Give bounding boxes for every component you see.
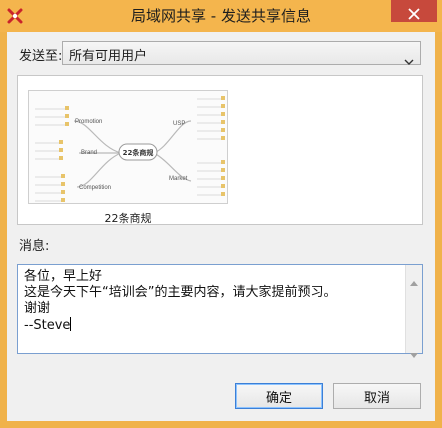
message-scrollbar[interactable]: [405, 265, 422, 358]
branch-label-brand: Brand: [81, 150, 97, 156]
window-title: 局域网共享 - 发送共享信息: [131, 7, 311, 25]
message-label: 消息:: [19, 239, 50, 254]
send-to-value: 所有可用用户: [69, 49, 148, 64]
dialog-body: 发送至: 所有可用用户 Promotion Brand Competition …: [7, 32, 435, 421]
text-caret: [70, 317, 72, 331]
mindmap-thumbnail[interactable]: Promotion Brand Competition USP Market 2…: [28, 90, 228, 204]
attachment-preview-panel: Promotion Brand Competition USP Market 2…: [17, 75, 423, 225]
message-line: 谢谢: [24, 301, 51, 316]
close-button[interactable]: [391, 0, 437, 22]
scroll-down-arrow-icon[interactable]: [410, 343, 418, 362]
send-to-dropdown[interactable]: 所有可用用户: [62, 41, 421, 65]
chevron-down-icon: [404, 50, 414, 69]
branch-label-usp: USP: [173, 121, 185, 127]
branch-label-competition: Competition: [79, 185, 111, 191]
attachment-caption: 22条商规: [104, 212, 152, 225]
message-textarea[interactable]: 各位，早上好 这是今天下午“培训会”的主要内容，请大家提前预习。 谢谢 --St…: [17, 264, 423, 358]
cancel-button[interactable]: 取消: [333, 383, 421, 409]
share-dialog-window: 局域网共享 - 发送共享信息 发送至: 所有可用用户 Promotion Bra…: [0, 0, 442, 428]
message-line: 这是今天下午“培训会”的主要内容，请大家提前预习。: [24, 285, 337, 300]
center-topic: 22条商规: [123, 148, 154, 157]
branch-label-market: Market: [169, 176, 188, 182]
send-to-label: 发送至:: [19, 49, 63, 64]
title-bar[interactable]: 局域网共享 - 发送共享信息: [0, 0, 442, 32]
scroll-up-arrow-icon[interactable]: [410, 271, 418, 290]
branch-label-promotion: Promotion: [75, 119, 102, 125]
message-line: 各位，早上好: [24, 269, 103, 284]
close-icon: [391, 7, 437, 20]
ok-button[interactable]: 确定: [235, 383, 323, 409]
message-line: --Steve: [24, 318, 71, 333]
message-content: 各位，早上好 这是今天下午“培训会”的主要内容，请大家提前预习。 谢谢 --St…: [24, 269, 404, 334]
